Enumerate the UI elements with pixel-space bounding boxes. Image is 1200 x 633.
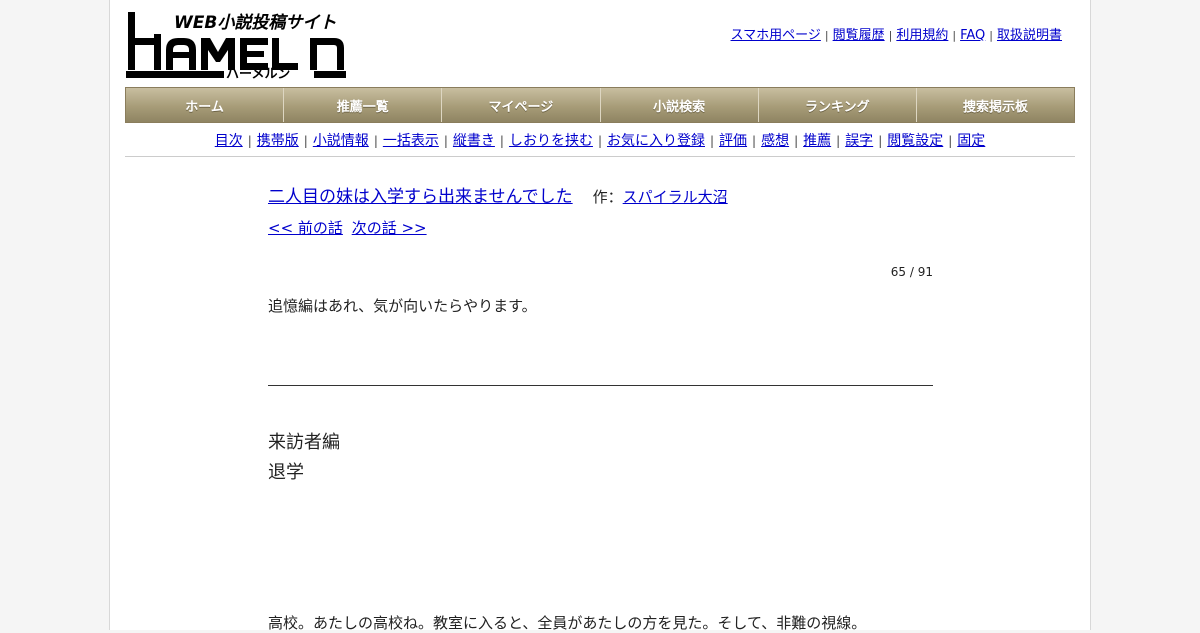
- chapter-content: 二人目の妹は入学すら出来ませんでした 作：スパイラル大沼 << 前の話 次の話 >…: [268, 182, 933, 632]
- subnav-toc[interactable]: 目次: [215, 133, 243, 149]
- subnav-bookmark[interactable]: しおりを挟む: [509, 133, 593, 149]
- subnav-view-settings[interactable]: 閲覧設定: [887, 133, 943, 149]
- subnav-favorite[interactable]: お気に入り登録: [607, 133, 705, 149]
- subnav-show-all[interactable]: 一括表示: [383, 133, 439, 149]
- menu-mypage[interactable]: マイページ: [442, 88, 601, 122]
- page-indicator: 65 / 91: [890, 265, 933, 279]
- next-chapter-link[interactable]: 次の話 >>: [352, 219, 427, 237]
- menu-novel-search[interactable]: 小説検索: [601, 88, 759, 122]
- chapter-preface: 追憶編はあれ、気が向いたらやります。: [268, 297, 537, 315]
- subnav-pin[interactable]: 固定: [957, 133, 985, 149]
- logo-tagline: WEB小説投稿サイト: [174, 13, 336, 33]
- preface-divider: [268, 385, 933, 386]
- chapter-heading: 来訪者編 退学: [268, 428, 340, 488]
- title-row: 二人目の妹は入学すら出来ませんでした 作：スパイラル大沼: [268, 182, 933, 207]
- menu-recommend-list[interactable]: 推薦一覧: [284, 88, 443, 122]
- chapter-arc: 来訪者編: [268, 432, 340, 453]
- novel-title-link[interactable]: 二人目の妹は入学すら出来ませんでした: [268, 187, 573, 207]
- subnav-mobile[interactable]: 携帯版: [257, 133, 299, 149]
- link-manual[interactable]: 取扱説明書: [997, 28, 1062, 43]
- logo-kana: ハーメルン: [226, 67, 290, 80]
- link-history[interactable]: 閲覧履歴: [833, 28, 885, 43]
- main-menu: ホーム 推薦一覧 マイページ 小説検索 ランキング 捜索掲示板: [125, 87, 1075, 123]
- prev-chapter-link[interactable]: << 前の話: [268, 219, 343, 237]
- link-faq[interactable]: FAQ: [960, 28, 985, 43]
- author-link[interactable]: スパイラル大沼: [623, 188, 728, 206]
- site-logo[interactable]: WEB小説投稿サイト ハーメルン: [126, 10, 346, 82]
- link-smartphone[interactable]: スマホ用ページ: [731, 28, 821, 43]
- menu-ranking[interactable]: ランキング: [759, 88, 917, 122]
- hameln-logo-icon: WEB小説投稿サイト ハーメルン: [126, 12, 346, 82]
- chapter-title: 退学: [268, 462, 304, 483]
- page-container: WEB小説投稿サイト ハーメルン スマホ用ページ | 閲覧履歴 | 利用規約 | FAQ | 取…: [109, 0, 1091, 632]
- subnav-typo[interactable]: 誤字: [845, 133, 873, 149]
- subnav-novel-info[interactable]: 小説情報: [313, 133, 369, 149]
- menu-home[interactable]: ホーム: [126, 88, 285, 122]
- link-terms[interactable]: 利用規約: [896, 28, 948, 43]
- top-links: スマホ用ページ | 閲覧履歴 | 利用規約 | FAQ | 取扱説明書: [730, 28, 1062, 43]
- subnav-recommend[interactable]: 推薦: [803, 133, 831, 149]
- chapter-nav: << 前の話 次の話 >>: [268, 217, 933, 238]
- subnav-vertical[interactable]: 縦書き: [453, 133, 495, 149]
- novel-subnav: 目次 | 携帯版 | 小説情報 | 一括表示 | 縦書き | しおりを挟む | お気に入り登録 | 評価 | 感…: [214, 133, 986, 149]
- menu-search-board[interactable]: 捜索掲示板: [917, 88, 1074, 122]
- subnav-review[interactable]: 感想: [761, 133, 789, 149]
- divider: [125, 156, 1075, 157]
- author-label: 作：: [592, 188, 623, 206]
- subnav-rating[interactable]: 評価: [719, 133, 747, 149]
